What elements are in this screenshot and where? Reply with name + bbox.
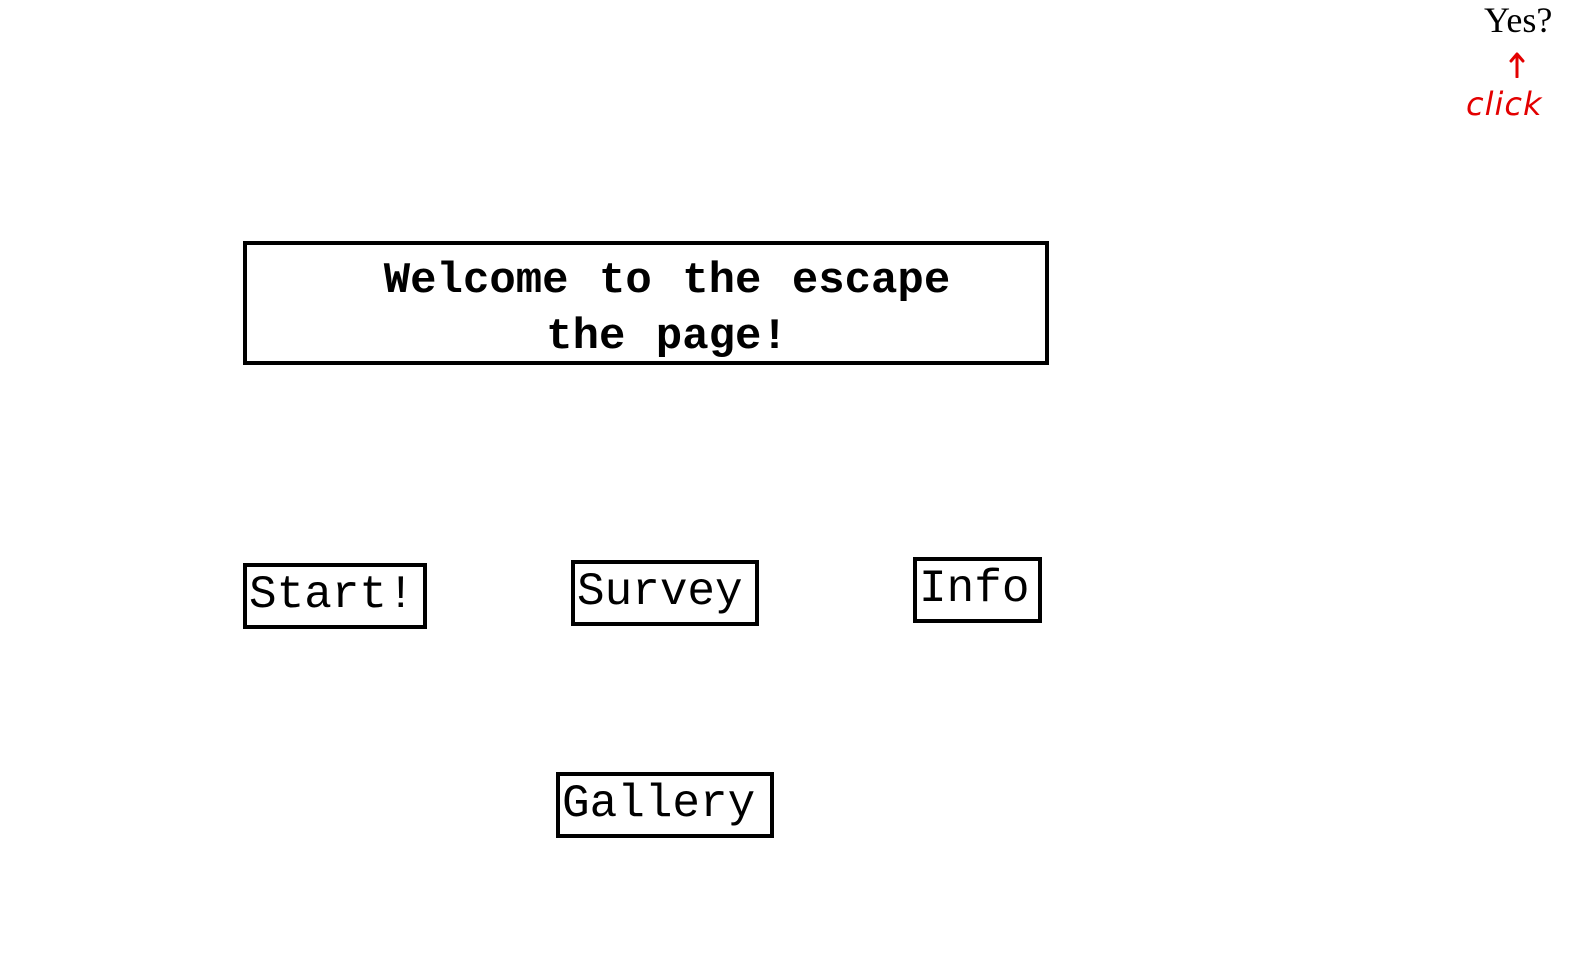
welcome-title: Welcome to the escape the page! (383, 256, 951, 362)
yes-link[interactable]: Yes? (1484, 0, 1552, 40)
up-arrow-icon (1509, 52, 1525, 78)
welcome-banner: Welcome to the escape the page! (243, 241, 1049, 365)
gallery-button[interactable]: Gallery (556, 772, 774, 838)
start-button[interactable]: Start! (243, 563, 427, 629)
survey-button[interactable]: Survey (571, 560, 759, 626)
info-button[interactable]: Info (913, 557, 1042, 623)
click-annotation: click (1466, 85, 1543, 123)
